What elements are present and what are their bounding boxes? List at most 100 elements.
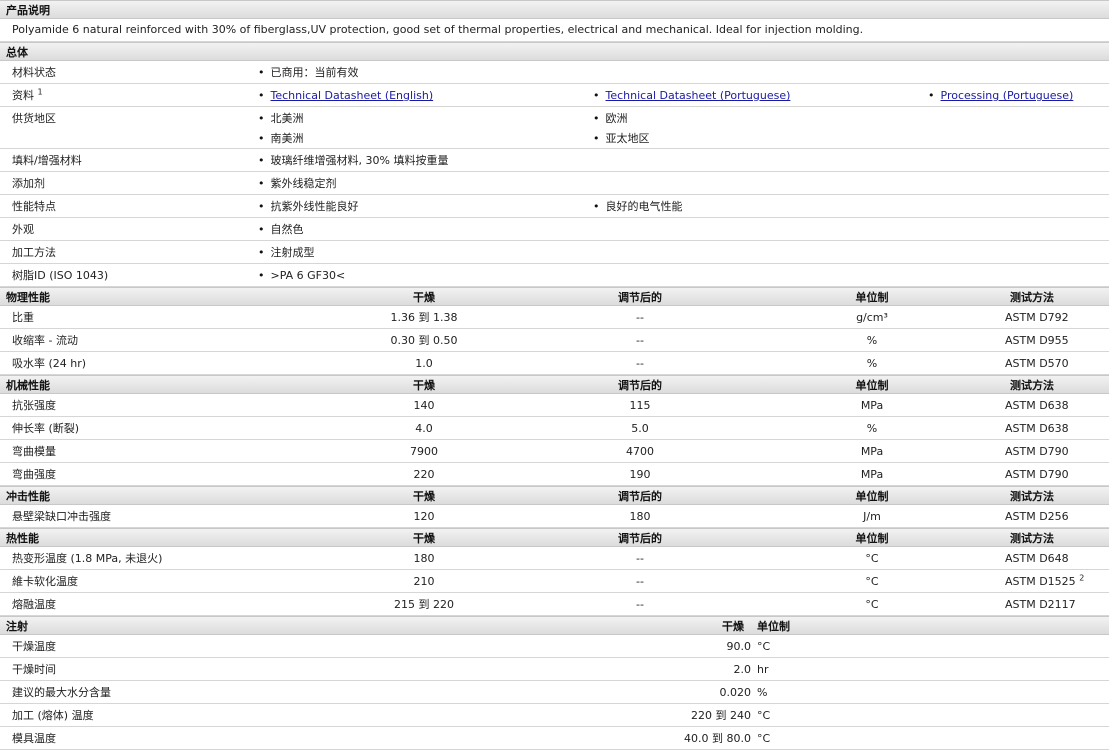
product-heading: 产品说明	[6, 4, 50, 17]
col-method-header: 测试方法	[1010, 532, 1054, 545]
resource-link-english-wrap: Technical Datasheet (English)	[258, 84, 434, 107]
test-method: ASTM D2117	[1005, 593, 1076, 616]
col-unit-header: 单位制	[855, 532, 889, 545]
property-tables: 物理性能 干燥 调节后的 单位制 测试方法 比重 1.36 到 1.38 -- g/cm³ AST…	[0, 287, 1109, 616]
property-name: 建议的最大水分含量	[12, 686, 111, 699]
conditioned-value: 190	[629, 468, 651, 481]
dry-value: 1.36 到 1.38	[390, 311, 458, 324]
conditioned-value: --	[636, 357, 644, 370]
table-row: 收缩率 - 流动 0.30 到 0.50 --% ASTM D955	[0, 329, 1109, 352]
injection-heading: 注射	[6, 620, 28, 633]
unit-value: %	[866, 357, 878, 370]
col-unit-header: 单位制	[855, 291, 889, 304]
resin-value: >PA 6 GF30<	[258, 264, 346, 287]
test-method: ASTM D1525 2	[1005, 570, 1084, 593]
dry-value: 210	[413, 575, 435, 588]
injection-col-dry: 干燥	[722, 620, 744, 633]
injection-col-unit: 单位制	[757, 620, 790, 633]
conditioned-value: 180	[629, 510, 651, 523]
dry-value: 120	[413, 510, 435, 523]
col-dry-header: 干燥	[413, 379, 435, 392]
dry-value: 220 到 240	[691, 709, 751, 722]
product-section-header: 产品说明	[0, 0, 1109, 19]
test-method: ASTM D648	[1005, 547, 1069, 570]
table-row: 建议的最大水分含量 0.020%	[0, 681, 1109, 704]
processing-value: 注射成型	[258, 241, 315, 264]
conditioned-value: 4700	[626, 445, 654, 458]
resource-link-portuguese[interactable]: Technical Datasheet (Portuguese)	[606, 89, 791, 102]
conditioned-value: --	[636, 598, 644, 611]
conditioned-value: --	[636, 575, 644, 588]
conditioned-value: 5.0	[631, 422, 649, 435]
resource-link-processing-wrap: Processing (Portuguese)	[928, 84, 1074, 107]
test-method-text: ASTM D648	[1005, 552, 1069, 565]
processing-label: 加工方法	[12, 246, 56, 259]
unit-value: %	[866, 422, 878, 435]
resource-link-processing[interactable]: Processing (Portuguese)	[941, 89, 1074, 102]
test-method-text: ASTM D1525	[1005, 575, 1076, 588]
col-conditioned-header: 调节后的	[618, 291, 662, 304]
property-name: 抗张强度	[12, 399, 56, 412]
test-method: ASTM D638	[1005, 417, 1069, 440]
col-conditioned-header: 调节后的	[618, 490, 662, 503]
region-item: 南美洲	[258, 127, 304, 150]
unit-value: hr	[757, 663, 769, 676]
filler-row: 填料/增强材料 玻璃纤维增强材料, 30% 填料按重量	[0, 149, 1109, 172]
dry-value: 180	[413, 552, 435, 565]
dry-value: 140	[413, 399, 435, 412]
test-method: ASTM D256	[1005, 505, 1069, 528]
test-method: ASTM D790	[1005, 463, 1069, 486]
property-name: 熔融温度	[12, 598, 56, 611]
mechanical-heading: 机械性能	[6, 379, 50, 392]
feature-item: 良好的电气性能	[593, 195, 683, 218]
property-name: 干燥时间	[12, 663, 56, 676]
test-method-text: ASTM D570	[1005, 357, 1069, 370]
regions-label: 供货地区	[12, 112, 56, 125]
test-method-text: ASTM D790	[1005, 468, 1069, 481]
property-name: 比重	[12, 311, 34, 324]
unit-value: g/cm³	[856, 311, 888, 324]
resource-link-portuguese-wrap: Technical Datasheet (Portuguese)	[593, 84, 791, 107]
property-name: 吸水率 (24 hr)	[12, 357, 87, 370]
mechanical-section-header: 机械性能 干燥 调节后的 单位制 测试方法	[0, 375, 1109, 394]
test-method-text: ASTM D638	[1005, 422, 1069, 435]
dry-value: 220	[413, 468, 435, 481]
unit-value: MPa	[860, 468, 884, 481]
resources-row: 资料 1 Technical Datasheet (English) Techn…	[0, 84, 1109, 107]
property-name: 干燥温度	[12, 640, 56, 653]
resin-label: 树脂ID (ISO 1043)	[12, 269, 109, 282]
dry-value: 2.0	[733, 663, 752, 676]
additive-value: 紫外线稳定剂	[258, 172, 337, 195]
thermal-heading: 热性能	[6, 532, 39, 545]
unit-value: %	[866, 334, 878, 347]
region-item: 亚太地区	[593, 127, 650, 150]
table-row: 吸水率 (24 hr) 1.0 --% ASTM D570	[0, 352, 1109, 375]
resource-link-english[interactable]: Technical Datasheet (English)	[271, 89, 434, 102]
property-name: 收缩率 - 流动	[12, 334, 78, 347]
test-method-text: ASTM D790	[1005, 445, 1069, 458]
test-method-text: ASTM D792	[1005, 311, 1069, 324]
col-unit-header: 单位制	[855, 490, 889, 503]
appearance-row: 外观 自然色	[0, 218, 1109, 241]
property-name: 弯曲强度	[12, 468, 56, 481]
unit-value: °C	[865, 598, 879, 611]
product-description: Polyamide 6 natural reinforced with 30% …	[0, 19, 1109, 42]
col-dry-header: 干燥	[413, 490, 435, 503]
test-method: ASTM D570	[1005, 352, 1069, 375]
thermal-section-header: 热性能 干燥 调节后的 单位制 测试方法	[0, 528, 1109, 547]
test-method-text: ASTM D638	[1005, 399, 1069, 412]
property-name: 加工 (熔体) 温度	[12, 709, 94, 722]
test-method-text: ASTM D955	[1005, 334, 1069, 347]
unit-value: °C	[757, 640, 771, 653]
property-name: 模具温度	[12, 732, 56, 745]
col-dry-header: 干燥	[413, 532, 435, 545]
test-method-text: ASTM D2117	[1005, 598, 1076, 611]
col-conditioned-header: 调节后的	[618, 532, 662, 545]
table-row: 維卡软化温度 210 -- °C ASTM D1525 2	[0, 570, 1109, 593]
additive-row: 添加剂 紫外线稳定剂	[0, 172, 1109, 195]
processing-row: 加工方法 注射成型	[0, 241, 1109, 264]
dry-value: 90.0	[726, 640, 752, 653]
property-name: 伸长率 (断裂)	[12, 422, 80, 435]
table-row: 悬壁梁缺口冲击强度 120 180 J/m ASTM D256	[0, 505, 1109, 528]
col-method-header: 测试方法	[1010, 379, 1054, 392]
